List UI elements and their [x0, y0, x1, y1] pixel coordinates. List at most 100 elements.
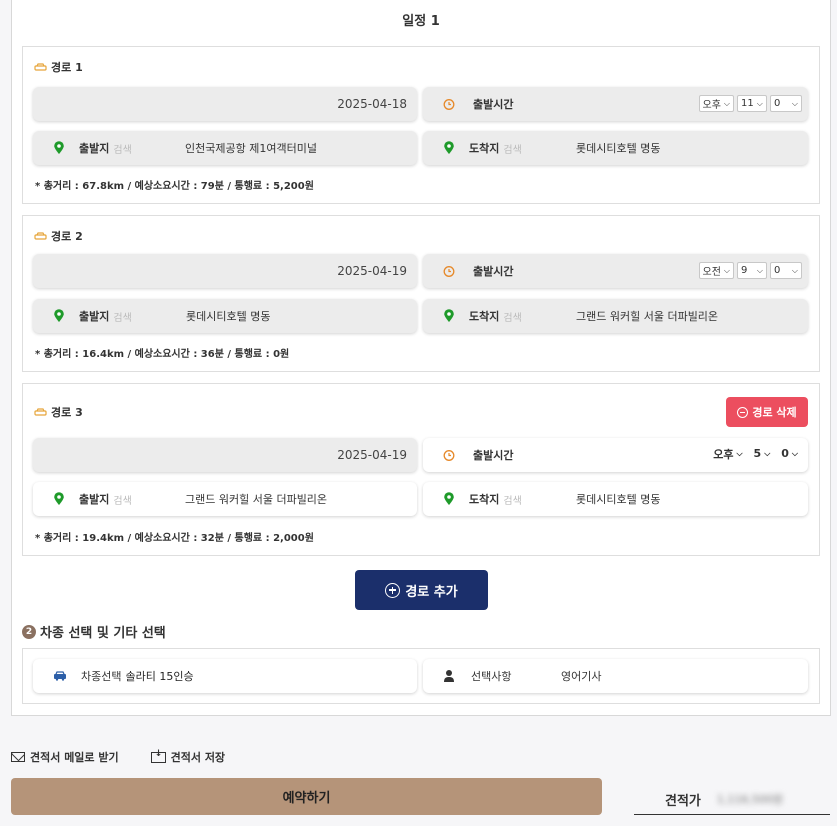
minute-select[interactable]: 0 ⌵ — [777, 445, 802, 462]
date-field[interactable]: 2025-04-18 — [33, 87, 417, 121]
ampm-select[interactable]: 오후 ⌵ — [709, 445, 746, 462]
departure-time-field: 출발시간 오후 ⌵ 5 ⌵ 0 ⌵ — [423, 438, 808, 472]
route-card-1: 경로 1 2025-04-18 출발시간 오후 ⌵ 11 ⌵ 0 ⌵ 출발지 검색 인… — [22, 46, 820, 204]
vehicle-label: 차종선택 — [81, 670, 122, 683]
departure-label: 출발지 — [79, 493, 110, 506]
quote-value: 1,116,500원 — [716, 793, 783, 806]
quote-price: 견적가 1,116,500원 — [634, 784, 830, 815]
departure-time-field: 출발시간 오후 ⌵ 11 ⌵ 0 ⌵ — [423, 87, 808, 121]
arrival-label: 도착지 — [469, 493, 500, 506]
minute-select[interactable]: 0 ⌵ — [770, 262, 802, 279]
date-value: 2025-04-18 — [337, 97, 407, 111]
time-label: 출발시간 — [473, 265, 514, 278]
add-route-label: 경로 추가 — [405, 584, 458, 600]
route-card-2: 경로 2 2025-04-19 출발시간 오전 ⌵ 9 ⌵ 0 ⌵ 출발지 검색 롯데… — [22, 215, 820, 372]
vehicle-value: 솔라티 15인승 — [125, 670, 194, 683]
departure-value: 그랜드 워커힐 서울 더파빌리온 — [185, 493, 328, 506]
schedule-panel: 일정 1 경로 1 2025-04-18 출발시간 오후 ⌵ 11 ⌵ 0 ⌵ 출발지… — [11, 0, 831, 716]
section-title: 차종 선택 및 기타 선택 — [40, 626, 166, 641]
departure-search-link[interactable]: 검색 — [113, 141, 131, 156]
arrival-search-link[interactable]: 검색 — [503, 309, 521, 324]
route-title: 경로 1 — [51, 61, 83, 74]
departure-search-link[interactable]: 검색 — [113, 309, 131, 324]
departure-field[interactable]: 출발지 검색 롯데시티호텔 명동 — [33, 299, 417, 333]
hour-select[interactable]: 11 ⌵ — [737, 95, 767, 112]
arrival-field[interactable]: 도착지 검색 롯데시티호텔 명동 — [423, 482, 808, 516]
departure-time-field: 출발시간 오전 ⌵ 9 ⌵ 0 ⌵ — [423, 254, 808, 288]
hour-value: 11 — [741, 98, 754, 109]
section-number-badge: 2 — [22, 624, 36, 639]
arrival-field[interactable]: 도착지 검색 롯데시티호텔 명동 — [423, 131, 808, 165]
car-icon — [34, 62, 47, 72]
minute-select[interactable]: 0 ⌵ — [770, 95, 802, 112]
download-icon — [150, 749, 166, 763]
departure-value: 롯데시티호텔 명동 — [186, 310, 271, 323]
ampm-value: 오후 — [713, 447, 734, 461]
add-route-button[interactable]: 경로 추가 — [355, 570, 488, 610]
mail-icon — [11, 752, 25, 762]
departure-value: 인천국제공항 제1여객터미널 — [185, 142, 317, 155]
ampm-select[interactable]: 오후 ⌵ — [698, 95, 734, 112]
route-summary: * 총거리 : 19.4km / 예상소요시간 : 32분 / 통행료 : 2,… — [35, 533, 314, 544]
vehicle-icon — [53, 671, 67, 681]
email-quote-link[interactable]: 견적서 메일로 받기 — [11, 749, 119, 765]
date-field[interactable]: 2025-04-19 — [33, 438, 417, 472]
date-field[interactable]: 2025-04-19 — [33, 254, 417, 288]
ampm-value: 오전 — [702, 267, 721, 278]
vehicle-options-panel: 차종선택 솔라티 15인승 선택사항 영어기사 — [22, 648, 820, 704]
departure-field[interactable]: 출발지 검색 인천국제공항 제1여객터미널 — [33, 131, 417, 165]
clock-icon — [443, 265, 455, 277]
option-select-field[interactable]: 선택사항 영어기사 — [423, 659, 808, 693]
reserve-button[interactable]: 예약하기 — [11, 778, 602, 815]
location-pin-icon — [53, 492, 65, 506]
time-label: 출발시간 — [473, 98, 514, 111]
save-quote-label: 견적서 저장 — [170, 751, 226, 764]
ampm-select[interactable]: 오전 ⌵ — [698, 262, 734, 279]
vehicle-select-field[interactable]: 차종선택 솔라티 15인승 — [33, 659, 417, 693]
vehicle-section-heading: 2 차종 선택 및 기타 선택 — [22, 622, 166, 641]
car-icon — [34, 231, 47, 241]
option-value: 영어기사 — [561, 670, 602, 683]
arrival-search-link[interactable]: 검색 — [503, 141, 521, 156]
route-title: 경로 2 — [51, 230, 83, 243]
hour-value: 9 — [741, 265, 748, 276]
route-header: 경로 2 — [34, 228, 83, 244]
minus-circle-icon — [737, 406, 749, 418]
clock-icon — [443, 98, 455, 110]
chevron-down-icon: ⌵ — [756, 265, 763, 275]
save-quote-link[interactable]: 견적서 저장 — [150, 749, 226, 765]
date-value: 2025-04-19 — [337, 448, 407, 462]
chevron-down-icon: ⌵ — [723, 98, 730, 108]
minute-value: 0 — [781, 447, 789, 460]
hour-select[interactable]: 9 ⌵ — [737, 262, 767, 279]
arrival-search-link[interactable]: 검색 — [503, 492, 521, 507]
delete-route-button[interactable]: 경로 삭제 — [726, 397, 808, 427]
hour-value: 5 — [753, 447, 762, 460]
location-pin-icon — [443, 309, 455, 323]
minute-value: 0 — [774, 265, 781, 276]
option-label: 선택사항 — [471, 670, 512, 683]
clock-icon — [443, 449, 455, 461]
arrival-label: 도착지 — [469, 142, 500, 155]
chevron-down-icon: ⌵ — [736, 448, 743, 458]
hour-select[interactable]: 5 ⌵ — [750, 445, 775, 462]
schedule-title: 일정 1 — [402, 14, 440, 29]
delete-route-label: 경로 삭제 — [752, 406, 797, 419]
arrival-value: 그랜드 워커힐 서울 더파빌리온 — [576, 310, 719, 323]
chevron-down-icon: ⌵ — [791, 265, 798, 275]
car-icon — [34, 407, 47, 417]
route-header: 경로 3 — [34, 404, 83, 420]
departure-field[interactable]: 출발지 검색 그랜드 워커힐 서울 더파빌리온 — [33, 482, 417, 516]
chevron-down-icon: ⌵ — [756, 98, 763, 108]
chevron-down-icon: ⌵ — [764, 448, 771, 458]
departure-label: 출발지 — [79, 142, 110, 155]
arrival-value: 롯데시티호텔 명동 — [576, 142, 661, 155]
arrival-value: 롯데시티호텔 명동 — [576, 493, 661, 506]
chevron-down-icon: ⌵ — [723, 265, 730, 275]
departure-search-link[interactable]: 검색 — [113, 492, 131, 507]
arrival-field[interactable]: 도착지 검색 그랜드 워커힐 서울 더파빌리온 — [423, 299, 808, 333]
chevron-down-icon: ⌵ — [791, 98, 798, 108]
quote-actions: 견적서 메일로 받기 견적서 저장 — [11, 749, 257, 765]
location-pin-icon — [53, 141, 65, 155]
route-header: 경로 1 — [34, 59, 83, 75]
